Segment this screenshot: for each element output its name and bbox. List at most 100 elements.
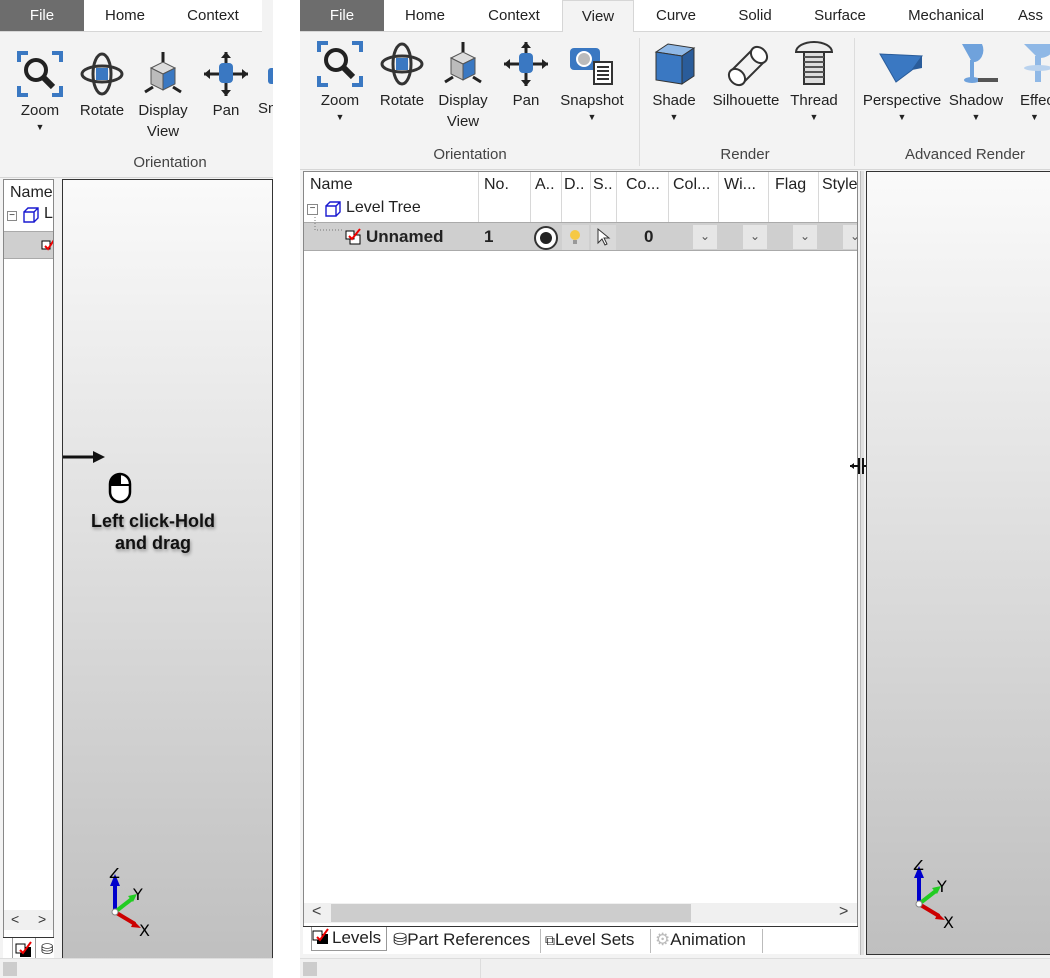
advanced-render-group-label: Advanced Render — [904, 146, 1026, 163]
scroll-right-arrow[interactable]: > — [38, 911, 46, 927]
graphics-viewport[interactable]: Left click-Hold and drag Z Y X — [62, 179, 273, 964]
shadow-button[interactable]: Shadow ▼ — [944, 40, 1008, 123]
scrollbar-thumb[interactable] — [331, 904, 691, 922]
view-label: View — [446, 113, 480, 130]
thread-button[interactable]: Thread ▼ — [786, 40, 842, 123]
drag-arrow-icon — [63, 451, 105, 463]
instruction-line-1: Left click-Hold — [90, 511, 215, 531]
pan-icon — [204, 52, 248, 96]
thread-icon — [794, 41, 834, 85]
scroll-right-arrow[interactable]: > — [839, 903, 848, 921]
tab-solid[interactable]: Solid — [720, 0, 790, 31]
column-header-name[interactable]: Name — [310, 176, 470, 194]
entity-count: 0 — [644, 227, 654, 246]
collapse-toggle[interactable]: − — [7, 211, 17, 221]
column-header-width[interactable]: Wi... — [724, 176, 770, 194]
tab-file[interactable]: File — [0, 0, 84, 31]
tree-root-label: L — [44, 205, 53, 222]
instruction-line-2: and drag — [114, 533, 191, 553]
perspective-icon — [879, 53, 923, 83]
width-dropdown[interactable]: ⌄ — [743, 225, 767, 249]
effects-button[interactable]: Effec ▼ — [1014, 40, 1050, 123]
column-header-display[interactable]: D.. — [564, 176, 588, 194]
tab-animation-label: Animation — [670, 930, 746, 949]
display-toggle[interactable] — [562, 225, 589, 250]
style-dropdown[interactable]: ⌄ — [843, 225, 857, 249]
rotate-icon — [380, 42, 424, 86]
tab-curve[interactable]: Curve — [640, 0, 712, 31]
tab-file[interactable]: File — [300, 0, 384, 31]
snapshot-button[interactable]: Snapshot ▼ — [556, 40, 628, 123]
tab-home[interactable]: Home — [384, 0, 466, 31]
level-tree-icon — [23, 207, 39, 223]
shadow-icon — [962, 44, 998, 83]
pan-icon — [504, 42, 548, 86]
zoom-button[interactable]: Zoom ▼ — [310, 40, 370, 123]
axis-z-label: Z — [913, 860, 924, 874]
tab-animation[interactable]: ⚙Animation — [655, 929, 763, 953]
column-header-color[interactable]: Col... — [673, 176, 719, 194]
level-icon — [345, 228, 361, 245]
tab-assembly[interactable]: Ass — [1018, 0, 1050, 31]
color-dropdown[interactable]: ⌄ — [693, 225, 717, 249]
panel-splitter[interactable] — [860, 171, 864, 955]
column-header-active[interactable]: A.. — [535, 176, 559, 194]
display-label: Display — [138, 102, 188, 119]
effects-icon — [1024, 44, 1050, 82]
level-icon — [41, 239, 53, 251]
selectable-toggle[interactable] — [591, 225, 616, 250]
graphics-viewport[interactable]: Z Y X — [866, 171, 1050, 955]
tab-levels[interactable]: Levels — [311, 927, 387, 951]
horizontal-scrollbar[interactable]: < > — [304, 903, 857, 923]
collapse-toggle[interactable]: − — [307, 204, 318, 215]
tab-context[interactable]: Context — [166, 0, 260, 31]
chevron-down-icon: ▼ — [35, 122, 45, 132]
tree-row[interactable]: Unnamed 1 0 ⌄ ⌄ ⌄ ⌄ — [304, 217, 857, 251]
scroll-left-arrow[interactable]: < — [312, 903, 321, 921]
display-view-button[interactable]: Display View — [134, 50, 192, 142]
tab-mechanical[interactable]: Mechanical — [896, 0, 996, 31]
tree-row-selected[interactable] — [4, 231, 53, 259]
axis-x-label: X — [943, 913, 954, 930]
horizontal-scrollbar[interactable]: < > — [4, 910, 53, 930]
column-header-no[interactable]: No. — [484, 176, 532, 194]
silhouette-button[interactable]: Silhouette — [706, 40, 786, 111]
tab-home[interactable]: Home — [84, 0, 166, 31]
tab-levels-label: Levels — [332, 928, 382, 947]
rotate-button[interactable]: Rotate — [76, 50, 128, 121]
tab-surface[interactable]: Surface — [796, 0, 884, 31]
pan-button[interactable]: Pan — [500, 40, 552, 111]
perspective-button[interactable]: Perspective ▼ — [860, 40, 944, 123]
scroll-left-arrow[interactable]: < — [11, 911, 19, 927]
tab-part-references[interactable]: ⛁Part References — [393, 929, 541, 953]
column-header-select[interactable]: S.. — [593, 176, 617, 194]
shade-button[interactable]: Shade ▼ — [646, 40, 702, 123]
tab-context[interactable]: Context — [466, 0, 562, 31]
column-header-count[interactable]: Co... — [626, 176, 666, 194]
level-name: Unnamed — [366, 227, 444, 246]
snapshot-button[interactable]: Sn — [258, 50, 273, 119]
column-header-name[interactable]: Name — [10, 184, 53, 202]
axis-triad: Z Y X — [913, 860, 954, 930]
zoom-icon — [317, 41, 363, 87]
left-window: File Home Context Zoom ▼ Rotate Display … — [0, 0, 273, 978]
right-window: File Home Context View Curve Solid Surfa… — [300, 0, 1050, 978]
display-view-button[interactable]: Display View — [434, 40, 492, 132]
zoom-label: Zoom — [320, 92, 360, 109]
active-level-radio[interactable] — [533, 225, 559, 251]
tab-level-sets-label: Level Sets — [555, 930, 635, 949]
part-references-icon[interactable]: ⛁ — [41, 940, 54, 958]
pan-button[interactable]: Pan — [200, 50, 252, 121]
flag-dropdown[interactable]: ⌄ — [793, 225, 817, 249]
chevron-down-icon: ▼ — [809, 112, 819, 122]
display-view-icon — [144, 52, 182, 94]
rotate-button[interactable]: Rotate — [376, 40, 428, 111]
zoom-button[interactable]: Zoom ▼ — [10, 50, 70, 133]
tab-level-sets[interactable]: ⧉Level Sets — [545, 929, 651, 953]
group-separator — [639, 38, 640, 166]
level-sets-icon: ⧉ — [545, 932, 555, 948]
tab-view[interactable]: View — [562, 0, 634, 32]
column-header-flag[interactable]: Flag — [775, 176, 817, 194]
column-header-style[interactable]: Style — [822, 176, 857, 194]
snapshot-icon — [268, 68, 273, 84]
